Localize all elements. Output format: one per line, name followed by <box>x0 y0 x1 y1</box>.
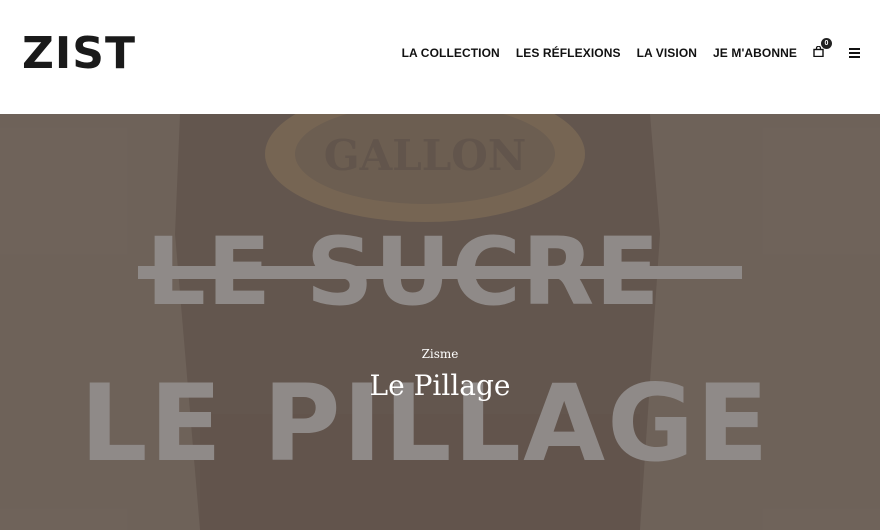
nav-item-la-collection[interactable]: LA COLLECTION <box>402 46 500 60</box>
main-nav: LA COLLECTION LES RÉFLEXIONS LA VISION J… <box>402 38 860 65</box>
site-header: ZIST LA COLLECTION LES RÉFLEXIONS LA VIS… <box>0 0 880 114</box>
cart-count-badge: 0 <box>821 38 832 49</box>
nav-item-je-m-abonne[interactable]: JE M'ABONNE <box>713 46 797 60</box>
nav-item-la-vision[interactable]: LA VISION <box>637 46 697 60</box>
cart-button[interactable]: 0 <box>813 38 832 60</box>
hamburger-menu-icon[interactable] <box>849 48 860 58</box>
post-category[interactable]: Zisme <box>0 347 880 361</box>
post-title[interactable]: Le Pillage <box>0 369 880 402</box>
strikethrough-line <box>138 266 742 279</box>
hero-banner[interactable]: GALLON LE SUCRE LE PILLAGE Zisme Le Pill… <box>0 114 880 530</box>
site-logo[interactable]: ZIST <box>22 30 136 78</box>
nav-item-les-reflexions[interactable]: LES RÉFLEXIONS <box>516 46 621 60</box>
